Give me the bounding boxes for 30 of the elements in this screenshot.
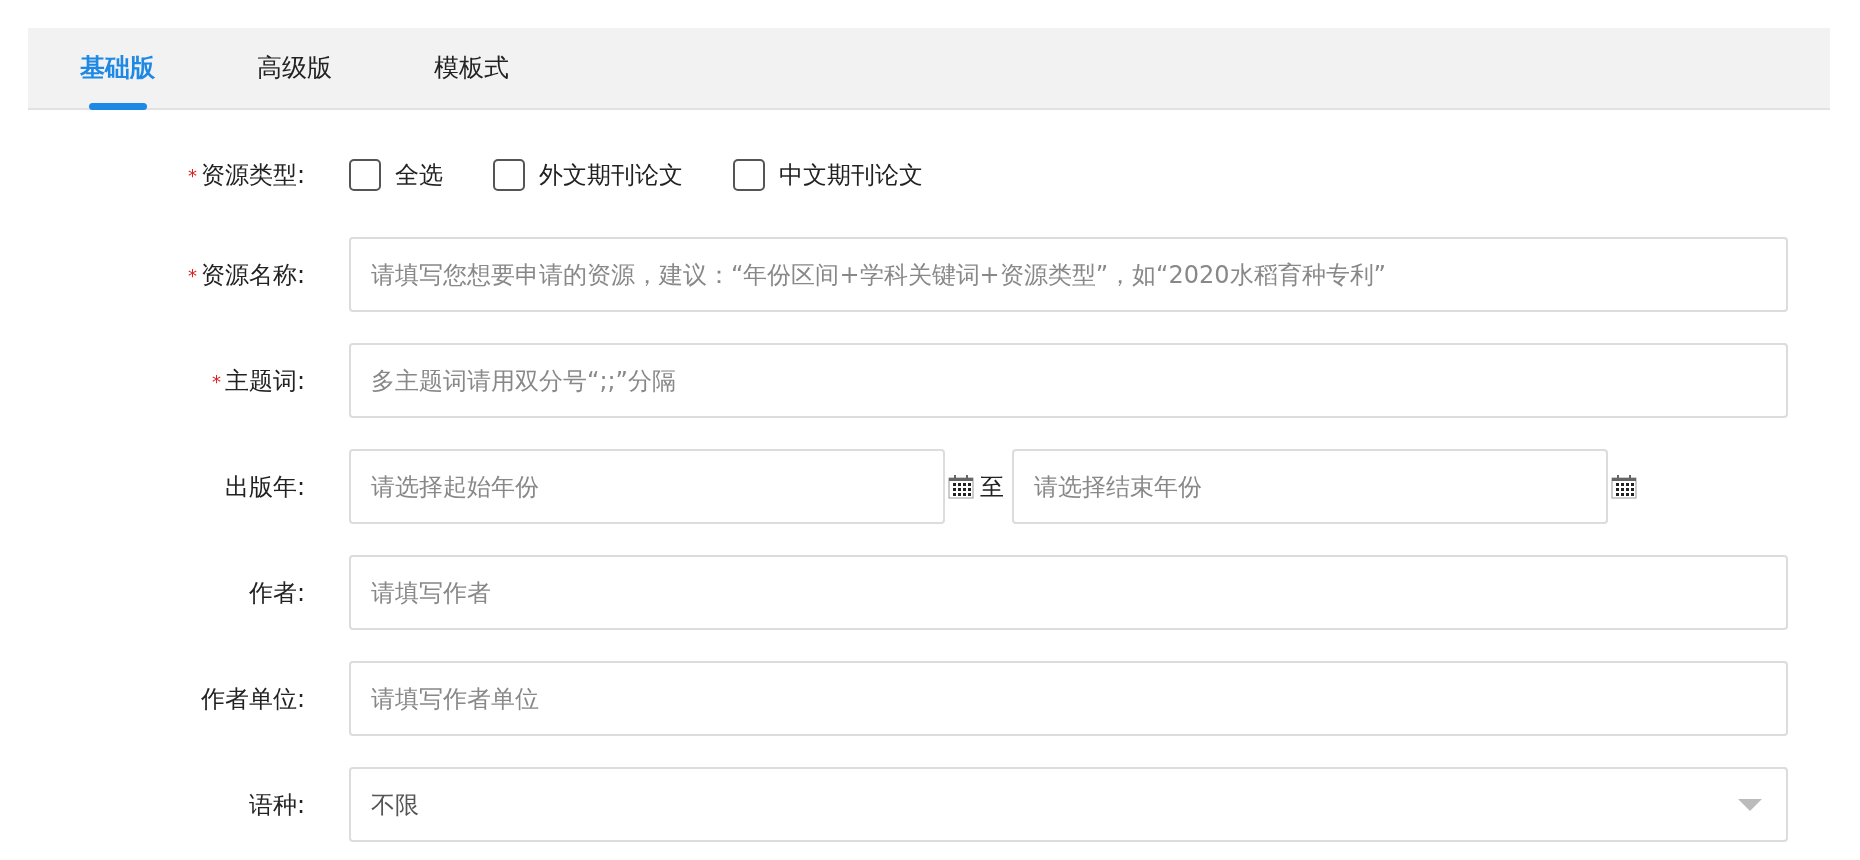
field-label: 出版年: (224, 472, 305, 501)
active-tab-indicator (88, 103, 147, 110)
checkbox-label[interactable]: 外文期刊论文 (539, 156, 683, 193)
language-select[interactable]: 不限 (349, 767, 1788, 842)
calendar-icon[interactable] (1611, 474, 1637, 499)
field-label: 资源类型: (200, 160, 305, 189)
tab[interactable]: 高级版 (257, 28, 332, 108)
field-label: 作者: (248, 578, 305, 607)
tab[interactable]: 模板式 (434, 28, 509, 108)
calendar-icon[interactable] (948, 474, 974, 499)
checkbox-label[interactable]: 中文期刊论文 (779, 156, 923, 193)
input-field[interactable]: 请填写您想要申请的资源，建议：“年份区间+学科关键词+资源类型”，如“2020水稻育种专利” (349, 237, 1788, 312)
required-mark: * (187, 265, 197, 286)
checkbox-label[interactable]: 全选 (395, 156, 443, 193)
required-mark: * (211, 371, 221, 392)
range-separator: 至 (980, 471, 1004, 503)
input-field[interactable]: 请填写作者单位 (349, 661, 1788, 736)
start-year-field[interactable]: 请选择起始年份 (349, 449, 945, 524)
field-label: 语种: (248, 790, 305, 819)
field-label: 资源名称: (200, 260, 305, 289)
end-year-field[interactable]: 请选择结束年份 (1012, 449, 1608, 524)
input-field[interactable]: 请填写作者 (349, 555, 1788, 630)
field-label: 主题词: (224, 366, 305, 395)
checkbox[interactable] (349, 158, 381, 191)
checkbox[interactable] (493, 158, 525, 191)
field-label: 作者单位: (200, 684, 305, 713)
required-mark: * (187, 165, 197, 186)
dropdown-caret-icon (1738, 798, 1762, 811)
checkbox[interactable] (733, 158, 765, 191)
input-field[interactable]: 多主题词请用双分号“;;”分隔 (349, 343, 1788, 418)
